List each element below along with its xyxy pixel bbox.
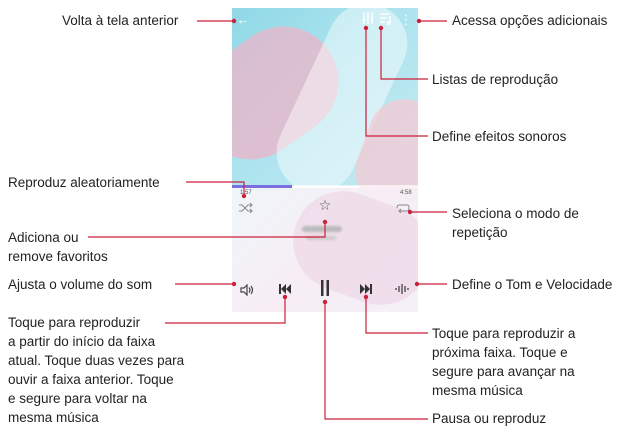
- callout-pause: Pausa ou reproduz: [432, 411, 547, 426]
- callout-repeat-line1: Seleciona o modo de: [452, 206, 579, 221]
- callout-previous-2: a partir do início da faixa: [8, 334, 156, 349]
- callout-next-4: mesma música: [432, 383, 523, 398]
- callout-tempo: Define o Tom e Velocidade: [452, 277, 613, 292]
- callout-favorites-line1: Adiciona ou: [8, 230, 79, 245]
- callout-repeat-line2: repetição: [452, 225, 508, 240]
- callout-favorites-line2: remove favoritos: [8, 249, 108, 264]
- callout-volume: Ajusta o volume do som: [8, 277, 153, 292]
- callout-previous-5: e segure para voltar na: [8, 391, 147, 406]
- callout-next-2: próxima faixa. Toque e: [432, 345, 568, 360]
- callout-previous-6: mesma música: [8, 410, 99, 425]
- callout-previous-3: atual. Toque duas vezes para: [8, 353, 185, 368]
- callout-shuffle: Reproduz aleatoriamente: [8, 175, 160, 190]
- callout-previous-1: Toque para reproduzir: [8, 315, 141, 330]
- callout-back: Volta à tela anterior: [62, 13, 179, 28]
- callout-next-3: segure para avançar na: [432, 364, 575, 379]
- callout-playlists: Listas de reprodução: [432, 72, 559, 87]
- callout-previous-4: ouvir a faixa anterior. Toque: [8, 372, 174, 387]
- callout-sound-effects: Define efeitos sonoros: [432, 129, 567, 144]
- callout-next-1: Toque para reproduzir a: [432, 326, 576, 341]
- callout-more-options: Acessa opções adicionais: [452, 13, 608, 28]
